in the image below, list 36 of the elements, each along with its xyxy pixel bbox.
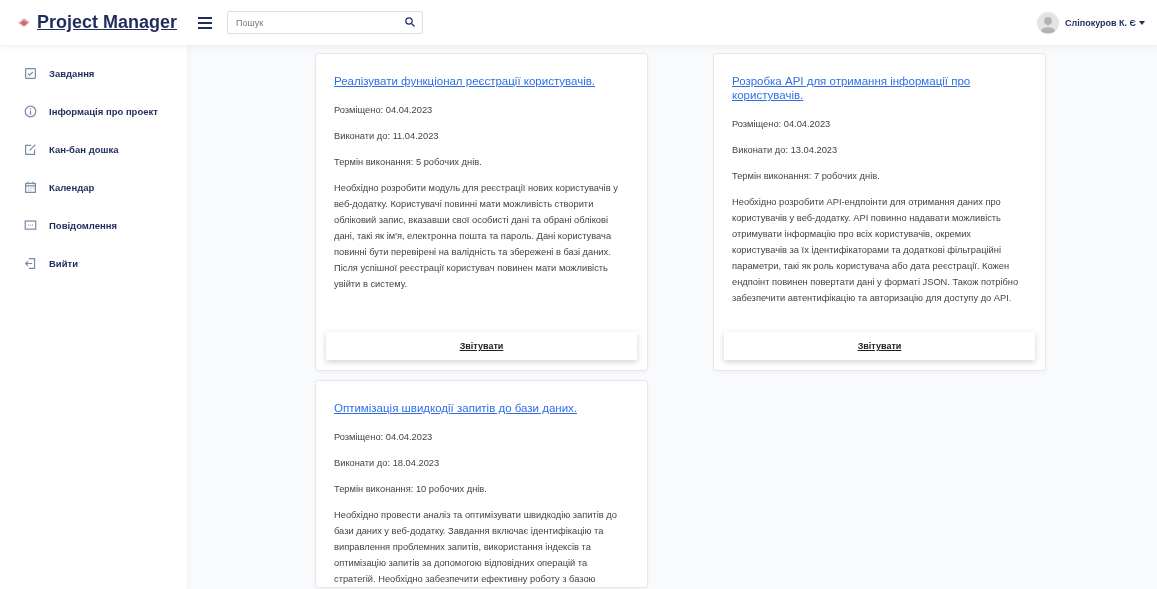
- search-icon[interactable]: [405, 17, 415, 27]
- task-title-link[interactable]: Оптимізація швидкодії запитів до бази даних.: [334, 401, 629, 415]
- menu-icon[interactable]: [197, 15, 213, 30]
- sidebar-item[interactable]: Інформація про проект: [24, 103, 158, 119]
- sidebar-item[interactable]: Календар: [24, 179, 95, 195]
- task-description: Необхідно розробити API-ендпоінти для отримання даних про користувачів у веб-додатку. API повинно надавати можливість отримувати інформацію про всіх користувачів, окремих користувачів за їх ідентифікаторами та додаткові фільтраційні параметри, такі як роль користувача або дата реєстрації. Кожен ендпоінт повинен повертати дані у форматі JSON. Також потрібно забезпечити автентифікацію та авторизацію для доступу до API.: [732, 196, 1020, 305]
- duration-text: Термін виконання: 5 робочих днів.: [334, 156, 483, 169]
- logo-icon: [17, 17, 31, 28]
- search-field[interactable]: Пошук: [227, 11, 423, 34]
- report-button[interactable]: Звітувати: [724, 332, 1035, 360]
- sidebar-item[interactable]: Вийти: [24, 255, 79, 271]
- edit-icon: [24, 142, 37, 156]
- message-icon: [24, 218, 37, 232]
- user-menu-button[interactable]: Сліпокуров К. Є: [1065, 17, 1145, 28]
- due-date: Виконати до: 13.04.2023: [732, 144, 839, 157]
- due-date: Виконати до: 18.04.2023: [334, 457, 441, 470]
- checkbox-icon: [24, 66, 37, 80]
- info-icon: [24, 104, 37, 118]
- duration-text: Термін виконання: 7 робочих днів.: [732, 170, 881, 183]
- report-button[interactable]: Звітувати: [326, 332, 637, 360]
- caret-icon: [1139, 20, 1145, 25]
- task-title-link[interactable]: Реалізувати функціонал реєстрації користувачів.: [334, 74, 629, 88]
- task-description: Необхідно розробити модуль для реєстрації нових користувачів у веб-додатку. Користувачі повинні мати можливість створити обліковий запис, вказавши свої особисті дані та обрані облікові дані, такі як ім'я, електронна пошта та пароль. Дані користувача повинні бути перевірені на валідність та збережені в базі даних. Після успішної реєстрації користувач повинен мати можливість увійти в систему.: [334, 182, 619, 291]
- posted-date: Розміщено: 04.04.2023: [334, 431, 434, 444]
- posted-date: Розміщено: 04.04.2023: [732, 118, 832, 131]
- due-date: Виконати до: 11.04.2023: [334, 130, 440, 143]
- task-title-link[interactable]: Розробка API для отримання інформації про користувачів.: [732, 74, 1027, 102]
- calendar-icon: [24, 180, 37, 194]
- sidebar-item[interactable]: Кан-бан дошка: [24, 141, 119, 157]
- app-logo-link[interactable]: Project Manager: [37, 12, 178, 33]
- sidebar-item[interactable]: Повідомлення: [24, 217, 118, 233]
- task-description: Необхідно провести аналіз та оптимізувати швидкодію запитів до бази даних у веб-додатку. Завдання включає ідентифікацію та виправлення проблемних запитів, використання індексів та оптимізацію запитів за допомогою відповідних операцій та стратегій. Необхідно забезпечити ефективну роботу з базою: [334, 509, 618, 586]
- logout-icon: [24, 256, 37, 270]
- sidebar-item[interactable]: Завдання: [24, 65, 95, 81]
- posted-date: Розміщено: 04.04.2023: [334, 104, 434, 117]
- duration-text: Термін виконання: 10 робочих днів.: [334, 483, 488, 496]
